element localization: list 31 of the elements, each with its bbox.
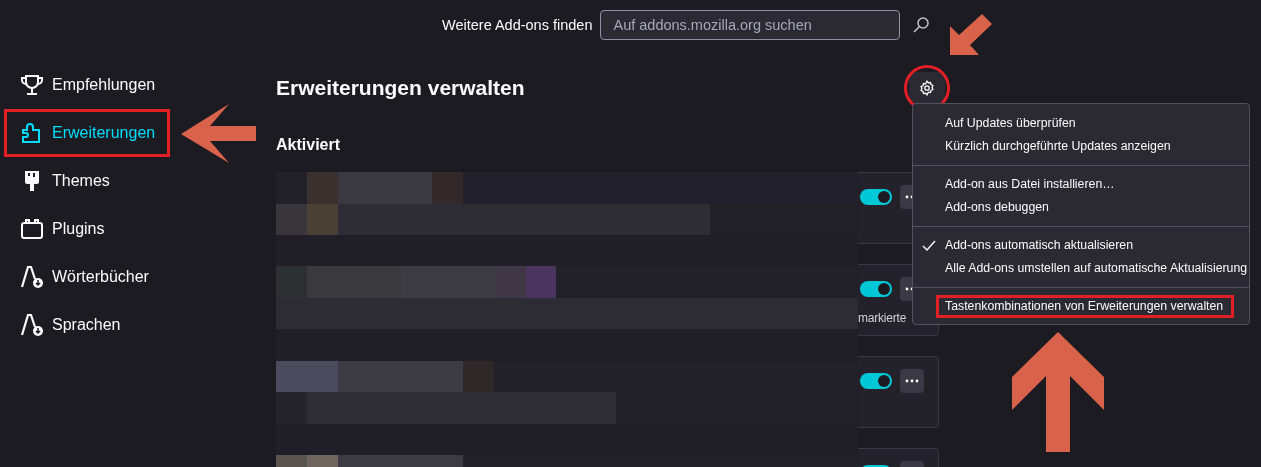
letter-download-icon	[20, 313, 44, 337]
toggle-switch[interactable]	[860, 373, 892, 389]
toggle-switch[interactable]	[860, 281, 892, 297]
search-field[interactable]: Auf addons.mozilla.org suchen	[600, 10, 901, 40]
letter-download-icon	[20, 265, 44, 289]
sidebar-item[interactable]: Empfehlungen	[4, 61, 171, 109]
settings-button[interactable]	[909, 72, 945, 104]
annotation-arrow	[949, 14, 993, 56]
sidebar-item[interactable]: Themes	[4, 157, 125, 205]
sidebar-item[interactable]: Plugins	[4, 205, 120, 253]
menu-item[interactable]: Add-on aus Datei installieren…	[936, 173, 1126, 196]
more-button[interactable]	[900, 369, 924, 393]
sidebar-item[interactable]: Sprachen	[4, 301, 136, 349]
menu-item[interactable]: Add-ons debuggen	[936, 196, 1060, 219]
find-more-label: Weitere Add-ons finden	[442, 17, 593, 33]
menu-item[interactable]: Add-ons automatisch aktualisieren	[936, 234, 1144, 257]
settings-icon	[919, 80, 935, 96]
sidebar-item[interactable]: Wörterbücher	[4, 253, 164, 301]
card-text: markierte	[858, 311, 908, 325]
plugin-icon	[20, 217, 44, 241]
section-heading: Aktiviert	[276, 135, 342, 155]
page-title: Erweiterungen verwalten	[276, 76, 525, 100]
more-icon	[905, 379, 919, 383]
trophy-icon	[20, 73, 44, 97]
search-icon[interactable]	[912, 16, 931, 34]
menu-item[interactable]: Kürzlich durchgeführte Updates anzeigen	[936, 135, 1182, 158]
toggle-switch[interactable]	[860, 189, 892, 205]
menu-item[interactable]: Tastenkombinationen von Erweiterungen verwalten	[936, 295, 1235, 318]
sidebar-item[interactable]: Erweiterungen	[4, 109, 171, 157]
menu-item[interactable]: Auf Updates überprüfen	[936, 112, 1087, 135]
menu-item[interactable]: Alle Add-ons umstellen auf automatische Aktualisierung	[936, 257, 1259, 280]
